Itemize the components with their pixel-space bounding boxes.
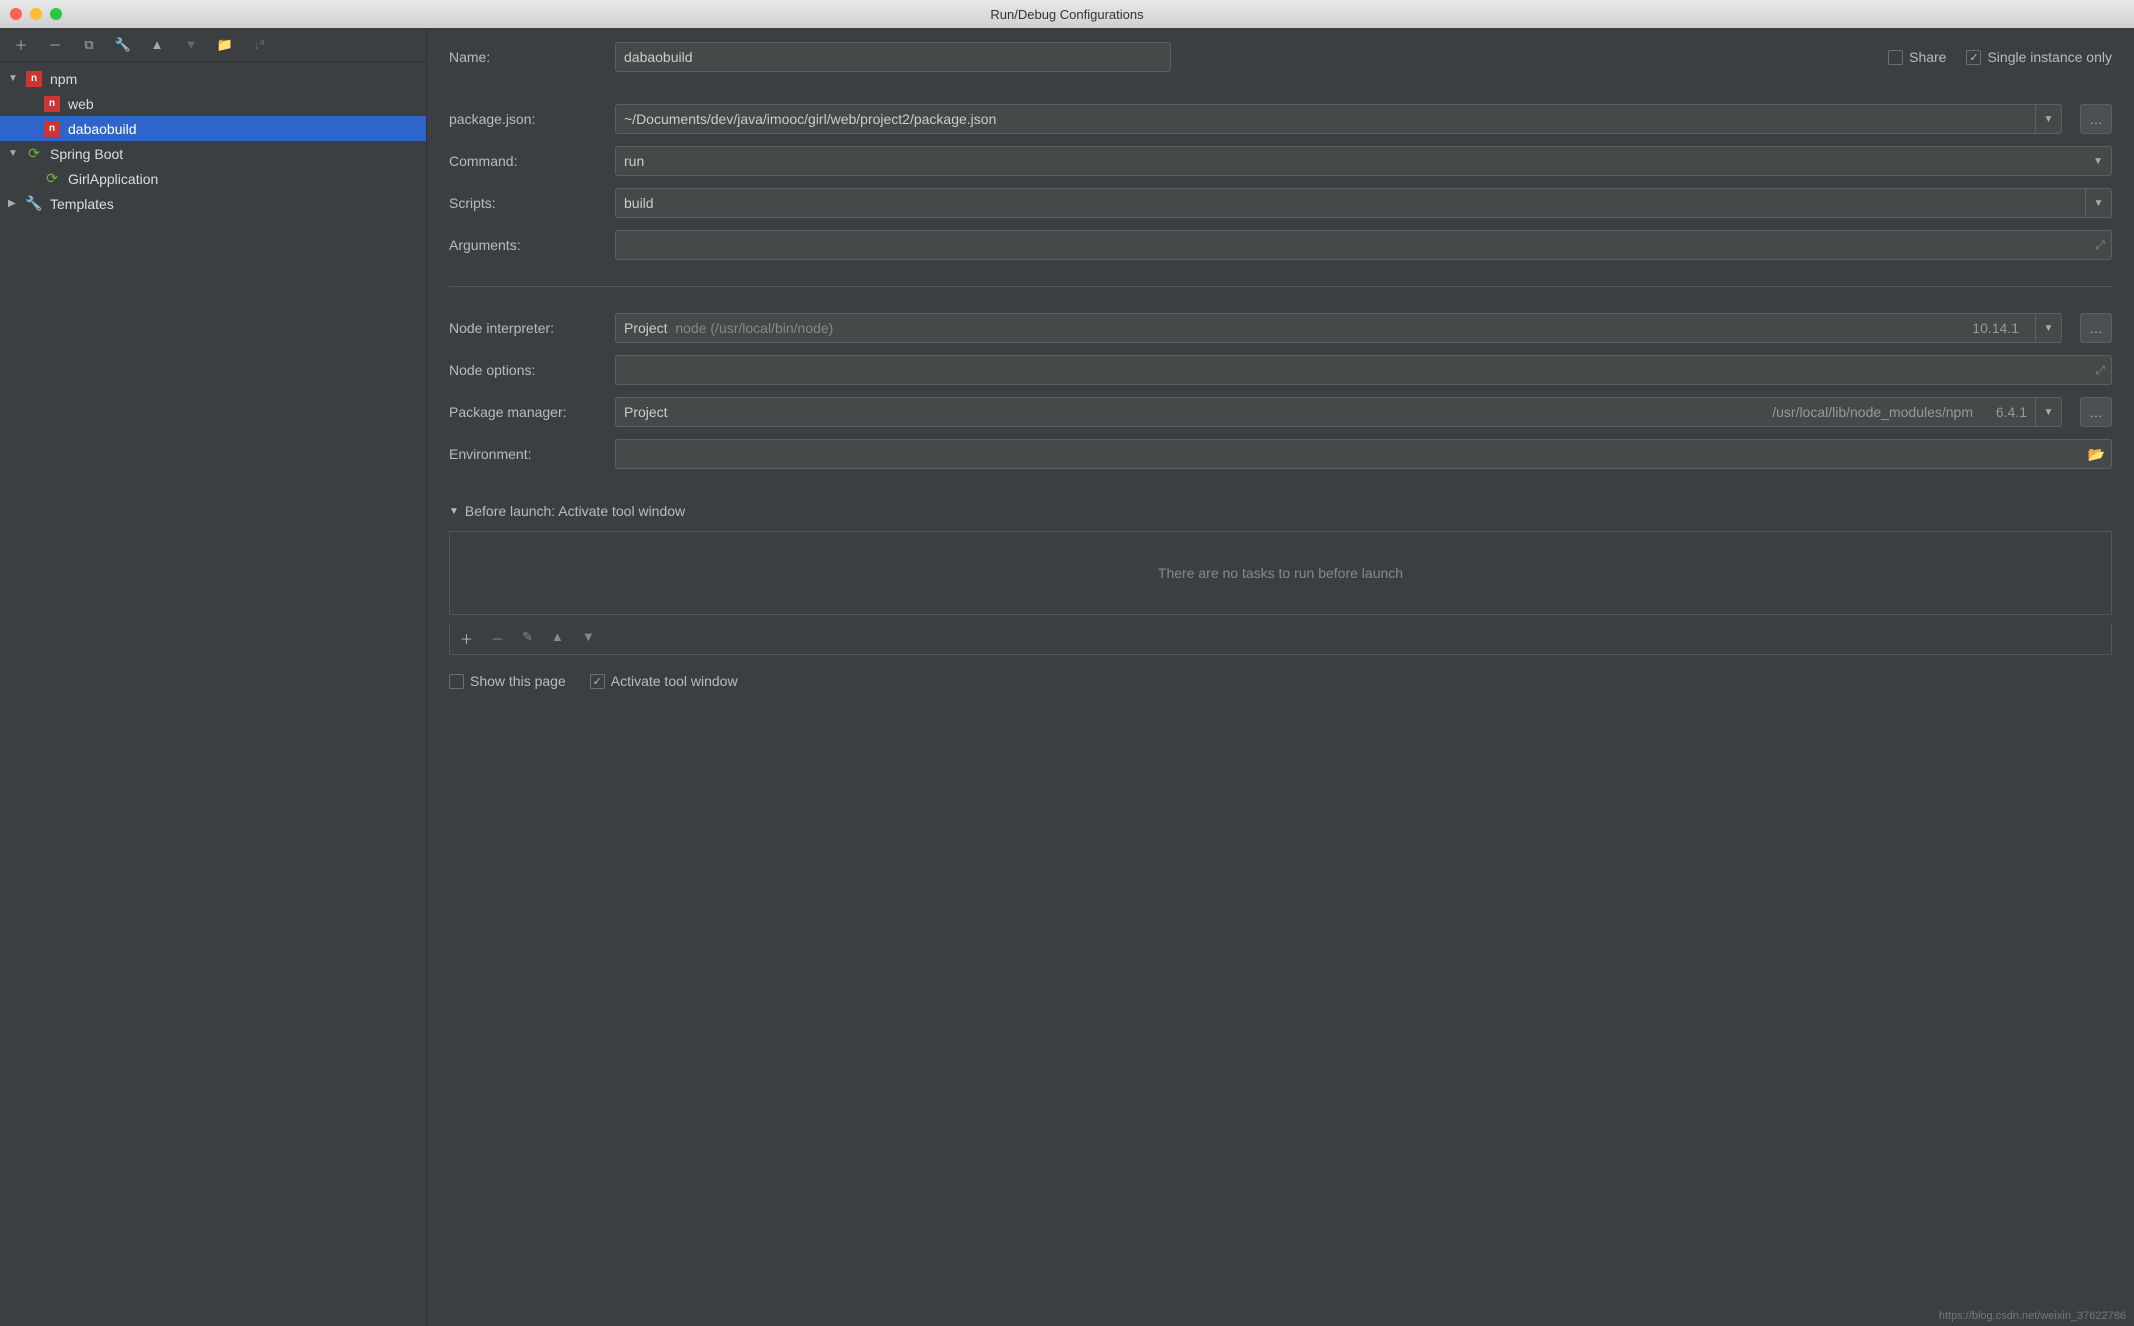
spring-icon: ⟳: [26, 146, 42, 162]
package-json-label: package.json:: [449, 111, 603, 127]
watermark: https://blog.csdn.net/weixin_37622786: [1939, 1310, 2126, 1322]
node-options-label: Node options:: [449, 362, 603, 378]
chevron-down-icon: ▼: [8, 73, 22, 84]
chevron-down-icon: ▼: [8, 148, 22, 159]
node-interpreter-label: Node interpreter:: [449, 320, 603, 336]
add-task-icon[interactable]: ＋: [460, 629, 473, 648]
arguments-label: Arguments:: [449, 237, 603, 253]
tree-node-dabaobuild[interactable]: dabaobuild: [0, 116, 426, 141]
name-label: Name:: [449, 49, 603, 65]
browse-package-json-button[interactable]: …: [2080, 104, 2112, 134]
environment-label: Environment:: [449, 446, 603, 462]
show-this-page-checkbox[interactable]: Show this page: [449, 673, 566, 689]
tree-node-spring-boot[interactable]: ▼ ⟳ Spring Boot: [0, 141, 426, 166]
npm-icon: [26, 71, 42, 87]
tree-node-npm[interactable]: ▼ npm: [0, 66, 426, 91]
sidebar: ＋ － ⧉ 🔧 ▲ ▼ 📁 ↓ª ▼ npm web dabaobuild: [0, 28, 427, 1326]
environment-input[interactable]: 📂: [615, 439, 2112, 469]
activate-tool-window-checkbox[interactable]: Activate tool window: [590, 673, 738, 689]
scripts-label: Scripts:: [449, 195, 603, 211]
arguments-input[interactable]: ⤢: [615, 230, 2112, 260]
before-launch-header[interactable]: ▼ Before launch: Activate tool window: [449, 503, 2112, 519]
tree-node-web[interactable]: web: [0, 91, 426, 116]
sort-icon[interactable]: ↓ª: [250, 36, 268, 54]
chevron-right-icon: ▶: [8, 198, 22, 209]
npm-icon: [44, 121, 60, 137]
command-select[interactable]: run ▼: [615, 146, 2112, 176]
browse-package-manager-button[interactable]: …: [2080, 397, 2112, 427]
scripts-select[interactable]: build ▼: [615, 188, 2112, 218]
package-manager-select[interactable]: Project /usr/local/lib/node_modules/npm …: [615, 397, 2062, 427]
package-json-select[interactable]: ~/Documents/dev/java/imooc/girl/web/proj…: [615, 104, 2062, 134]
tree-node-girl-application[interactable]: ⟳ GirlApplication: [0, 166, 426, 191]
tree-label: web: [68, 96, 94, 112]
chevron-down-icon: ▼: [2035, 398, 2061, 426]
tree-label: Spring Boot: [50, 146, 123, 162]
folder-icon[interactable]: 📁: [216, 36, 234, 54]
move-up-icon[interactable]: ▲: [148, 36, 166, 54]
command-label: Command:: [449, 153, 603, 169]
move-down-icon[interactable]: ▼: [582, 629, 595, 648]
config-tree: ▼ npm web dabaobuild ▼ ⟳ Spring Boot ⟳ G…: [0, 62, 426, 220]
separator: [449, 286, 2112, 287]
before-launch-tasks: There are no tasks to run before launch: [449, 531, 2112, 615]
chevron-down-icon: ▼: [449, 506, 459, 517]
chevron-down-icon: ▼: [2035, 314, 2061, 342]
tree-label: GirlApplication: [68, 171, 158, 187]
copy-config-icon[interactable]: ⧉: [80, 36, 98, 54]
move-down-icon[interactable]: ▼: [182, 36, 200, 54]
add-config-icon[interactable]: ＋: [12, 36, 30, 54]
spring-icon: ⟳: [44, 171, 60, 187]
expand-icon[interactable]: ⤢: [2095, 363, 2105, 378]
wrench-icon[interactable]: 🔧: [114, 36, 132, 54]
node-options-input[interactable]: ⤢: [615, 355, 2112, 385]
tree-label: Templates: [50, 196, 114, 212]
remove-config-icon[interactable]: －: [46, 36, 64, 54]
single-instance-checkbox[interactable]: Single instance only: [1966, 49, 2112, 65]
browse-interpreter-button[interactable]: …: [2080, 313, 2112, 343]
wrench-icon: 🔧: [26, 196, 42, 212]
package-manager-label: Package manager:: [449, 404, 603, 420]
share-checkbox[interactable]: Share: [1888, 49, 1946, 65]
move-up-icon[interactable]: ▲: [551, 629, 564, 648]
npm-icon: [44, 96, 60, 112]
sidebar-toolbar: ＋ － ⧉ 🔧 ▲ ▼ 📁 ↓ª: [0, 28, 426, 62]
tree-label: dabaobuild: [68, 121, 137, 137]
before-launch-toolbar: ＋ － ✎ ▲ ▼: [449, 623, 2112, 655]
chevron-down-icon: ▼: [2093, 156, 2103, 167]
titlebar: Run/Debug Configurations: [0, 0, 2134, 28]
name-input[interactable]: dabaobuild: [615, 42, 1171, 72]
tree-node-templates[interactable]: ▶ 🔧 Templates: [0, 191, 426, 216]
expand-icon[interactable]: ⤢: [2095, 238, 2105, 253]
main-panel: Name: dabaobuild Share Single instance o…: [427, 28, 2134, 1326]
folder-icon[interactable]: 📂: [2088, 446, 2105, 463]
node-interpreter-select[interactable]: Project node (/usr/local/bin/node) 10.14…: [615, 313, 2062, 343]
chevron-down-icon: ▼: [2085, 189, 2111, 217]
edit-task-icon[interactable]: ✎: [522, 629, 533, 648]
tree-label: npm: [50, 71, 77, 87]
remove-task-icon[interactable]: －: [491, 629, 504, 648]
chevron-down-icon: ▼: [2035, 105, 2061, 133]
window-title: Run/Debug Configurations: [0, 7, 2134, 22]
